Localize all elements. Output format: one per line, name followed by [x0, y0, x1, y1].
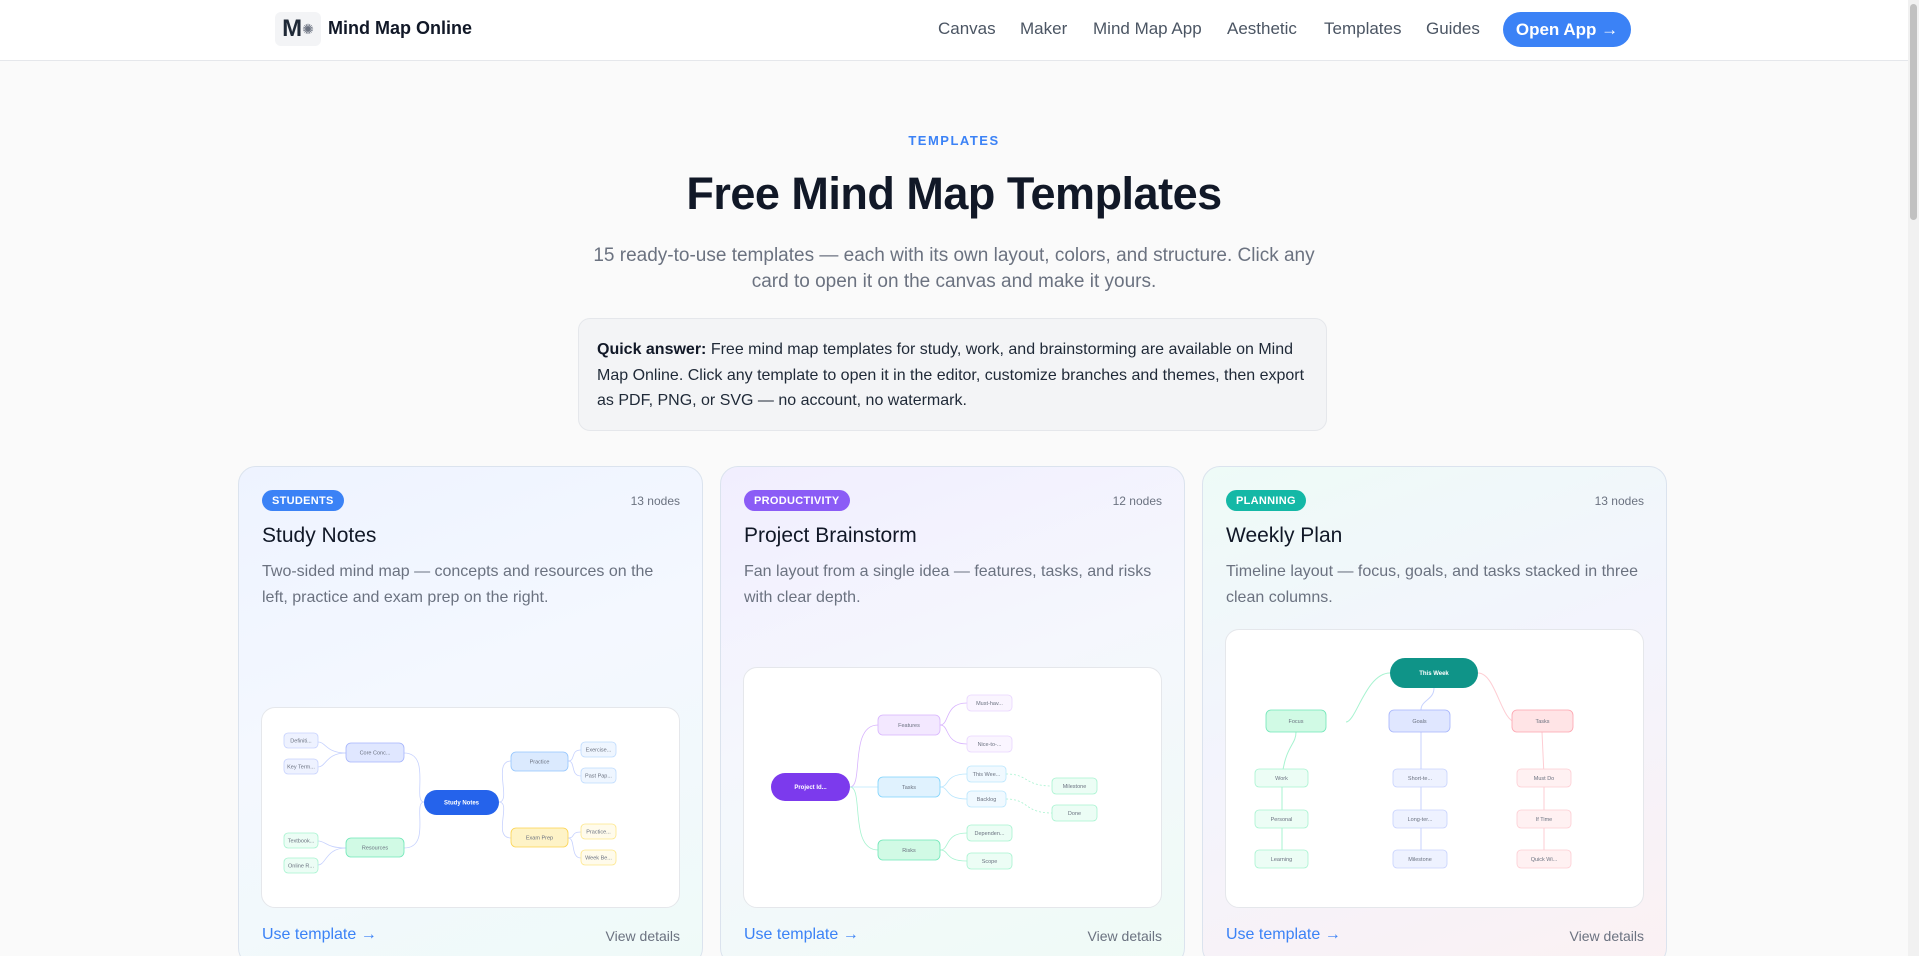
mind-map-preview: This Week Focus Work Personal Learning G…	[1254, 658, 1574, 869]
mm-node-label: This Wee...	[973, 772, 1001, 778]
scrollbar-thumb[interactable]	[1910, 4, 1917, 220]
nav-mind-map-app[interactable]: Mind Map App	[1093, 19, 1202, 39]
mm-node-label: Tasks	[902, 785, 916, 791]
card-description: Two-sided mind map — concepts and resour…	[262, 563, 654, 606]
use-template-link[interactable]: Use template →	[1226, 926, 1341, 944]
page-scrollbar[interactable]	[1908, 0, 1919, 956]
view-details-link[interactable]: View details	[606, 928, 680, 944]
mm-node-label: Exam Prep	[526, 836, 553, 842]
mm-node-label: Risks	[902, 848, 916, 854]
template-card-project-brainstorm[interactable]: PRODUCTIVITY 12 nodes Project Brainstorm…	[720, 466, 1185, 956]
site-header: M ✺ Mind Map Online Canvas Maker Mind Ma…	[0, 0, 1908, 61]
quick-answer-box: Quick answer: Free mind map templates fo…	[578, 318, 1327, 431]
mm-node-label: Core Conc...	[360, 751, 391, 757]
nav-guides[interactable]: Guides	[1426, 19, 1480, 39]
mm-node-label: Milestone	[1063, 784, 1087, 790]
quick-answer-label: Quick answer:	[597, 341, 707, 358]
node-count: 13 nodes	[630, 494, 680, 508]
mm-center-label: Study Notes	[444, 801, 480, 807]
view-details-link[interactable]: View details	[1570, 928, 1644, 944]
mm-node-label: Backlog	[977, 797, 997, 803]
nav-aesthetic[interactable]: Aesthetic	[1227, 19, 1297, 39]
section-eyebrow: TEMPLATES	[908, 133, 1000, 148]
mm-node-label: If Time	[1536, 817, 1553, 823]
mm-node-label: Work	[1275, 776, 1288, 782]
mm-node-label: Exercise...	[586, 748, 612, 754]
card-title: Weekly Plan	[1226, 524, 1343, 547]
mm-node-label: Features	[898, 723, 920, 729]
nav-canvas[interactable]: Canvas	[938, 19, 996, 39]
page-subtitle: 15 ready-to-use templates — each with it…	[593, 245, 1315, 292]
use-template-link[interactable]: Use template →	[262, 926, 377, 944]
mm-node-label: Nice-to-...	[978, 742, 1002, 748]
mm-node-label: Personal	[1271, 817, 1293, 823]
logo[interactable]: M ✺	[275, 12, 321, 46]
use-template-link[interactable]: Use template →	[744, 926, 859, 944]
mm-node-label: Resources	[362, 846, 389, 852]
nav-templates[interactable]: Templates	[1324, 19, 1401, 39]
card-description: Fan layout from a single idea — features…	[744, 563, 1152, 606]
logo-letter: M	[282, 15, 302, 42]
brand-name[interactable]: Mind Map Online	[328, 18, 472, 39]
node-count: 12 nodes	[1112, 494, 1162, 508]
open-app-button[interactable]: Open App →	[1503, 12, 1631, 47]
mm-node-label: Scope	[982, 859, 998, 865]
mm-node-label: Practice...	[586, 830, 611, 836]
template-preview[interactable]: Project Id... Features Must-hav... Nice-…	[743, 667, 1162, 908]
mm-node-label: Key Term...	[287, 765, 315, 771]
category-badge: PLANNING	[1226, 490, 1306, 511]
view-details-link[interactable]: View details	[1088, 928, 1162, 944]
mm-node-label: Textbook...	[288, 839, 315, 845]
mind-map-preview: Project Id... Features Must-hav... Nice-…	[771, 694, 1098, 870]
mm-center-label: Project Id...	[794, 785, 827, 791]
mm-node-label: Must-hav...	[976, 701, 1003, 707]
mm-node-label: Quick Wi...	[1531, 857, 1558, 863]
mm-node-label: Definiti...	[290, 739, 312, 745]
mm-node-label: Goals	[1412, 719, 1427, 725]
template-card-weekly-plan[interactable]: PLANNING 13 nodes Weekly Plan Timeline l…	[1202, 466, 1667, 956]
mm-node-label: Online R...	[288, 864, 314, 870]
category-badge: STUDENTS	[262, 490, 344, 511]
mm-node-label: Dependen...	[975, 831, 1005, 837]
mm-node-label: Focus	[1289, 719, 1304, 725]
card-title: Study Notes	[262, 524, 377, 547]
template-preview[interactable]: This Week Focus Work Personal Learning G…	[1225, 629, 1644, 908]
mm-node-label: Long-ter...	[1408, 817, 1433, 823]
page-title: Free Mind Map Templates	[686, 168, 1222, 219]
mm-node-label: Done	[1068, 811, 1081, 817]
nav-maker[interactable]: Maker	[1020, 19, 1067, 39]
mm-node-label: Short-te...	[1408, 776, 1433, 782]
card-description: Timeline layout — focus, goals, and task…	[1226, 563, 1639, 606]
mm-center-label: This Week	[1419, 671, 1449, 677]
template-card-study-notes[interactable]: STUDENTS 13 nodes Study Notes Two-sided …	[238, 466, 703, 956]
mm-node-label: Learning	[1271, 857, 1292, 863]
mm-node-label: Practice	[530, 760, 550, 766]
mm-node-label: Must Do	[1534, 776, 1554, 782]
template-preview[interactable]: Definiti... Key Term... Core Conc... Tex…	[261, 707, 680, 908]
mm-node-label: Past Pap...	[585, 774, 612, 780]
mind-map-preview: Definiti... Key Term... Core Conc... Tex…	[283, 732, 617, 874]
mm-node-label: Week Be...	[585, 856, 612, 862]
mm-node-label: Tasks	[1535, 719, 1549, 725]
card-title: Project Brainstorm	[744, 524, 917, 547]
node-count: 13 nodes	[1594, 494, 1644, 508]
category-badge: PRODUCTIVITY	[744, 490, 850, 511]
mm-node-label: Milestone	[1408, 857, 1432, 863]
sparkle-icon: ✺	[302, 20, 314, 37]
